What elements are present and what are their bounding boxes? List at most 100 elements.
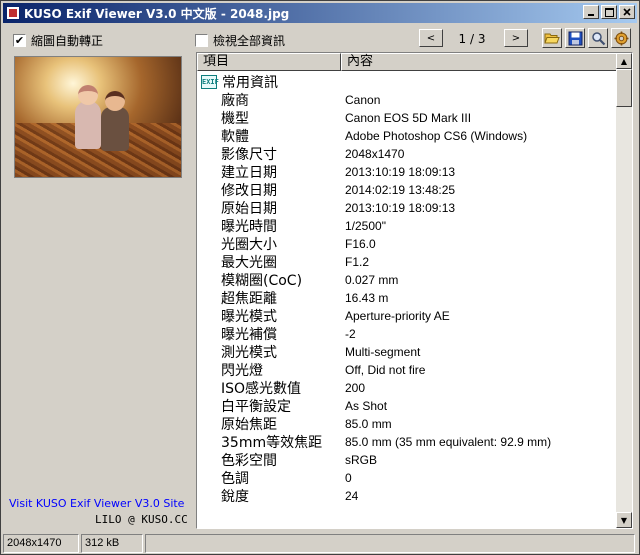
auto-rotate-checkbox[interactable]: ✔ 縮圖自動轉正 [13, 32, 103, 49]
close-button[interactable] [619, 5, 635, 19]
vertical-scrollbar[interactable]: ▲ ▼ [616, 53, 632, 528]
table-row[interactable]: 影像尺寸 2048x1470 [197, 145, 621, 163]
group-label: 常用資訊 [222, 74, 278, 91]
maximize-icon [604, 7, 614, 17]
row-key: 原始焦距 [221, 417, 277, 433]
site-link[interactable]: Visit KUSO Exif Viewer V3.0 Site [9, 497, 184, 510]
scroll-up-button[interactable]: ▲ [616, 53, 632, 69]
table-row[interactable]: ISO感光數值 200 [197, 379, 621, 397]
row-value: 0 [345, 471, 352, 485]
table-row[interactable]: 超焦距離 16.43 m [197, 289, 621, 307]
magnifier-icon [591, 31, 605, 45]
table-row[interactable]: 曝光補償 -2 [197, 325, 621, 343]
row-key: 測光模式 [221, 345, 277, 361]
table-row[interactable]: 光圈大小 F16.0 [197, 235, 621, 253]
table-row[interactable]: 曝光時間 1/2500" [197, 217, 621, 235]
next-page-button[interactable]: > [504, 29, 528, 47]
table-row[interactable]: 廠商 Canon [197, 91, 621, 109]
row-value: 24 [345, 489, 359, 503]
thumbnail-child-boy [101, 91, 129, 151]
chevron-left-icon: < [426, 32, 436, 44]
open-file-button[interactable] [542, 28, 562, 48]
view-all-checkbox[interactable]: 檢視全部資訊 [195, 32, 285, 49]
row-key: 35mm等效焦距 [221, 435, 323, 451]
table-row[interactable]: 模糊圈(CoC) 0.027 mm [197, 271, 621, 289]
thumbnail-child-girl [75, 85, 101, 149]
row-value: 2048x1470 [345, 147, 405, 161]
minimize-button[interactable] [583, 5, 599, 19]
photo-thumbnail [14, 56, 182, 178]
row-key: 最大光圈 [221, 255, 277, 271]
table-row[interactable]: 最大光圈 F1.2 [197, 253, 621, 271]
folder-open-icon [544, 33, 560, 44]
table-row[interactable]: 原始焦距 85.0 mm [197, 415, 621, 433]
save-disk-icon [568, 31, 582, 45]
row-key: 曝光模式 [221, 309, 277, 325]
info-group-icon: EXIF [201, 74, 219, 89]
main-window: KUSO Exif Viewer V3.0 中文版 - 2048.jpg ✔ 縮… [0, 0, 640, 555]
row-value: As Shot [345, 399, 388, 413]
scroll-down-button[interactable]: ▼ [616, 512, 632, 528]
title-bar[interactable]: KUSO Exif Viewer V3.0 中文版 - 2048.jpg [3, 3, 637, 23]
status-empty-panel [145, 534, 635, 553]
table-row[interactable]: 35mm等效焦距 85.0 mm (35 mm equivalent: 92.9 … [197, 433, 621, 451]
row-key: 修改日期 [221, 183, 277, 199]
auto-rotate-label: 縮圖自動轉正 [31, 34, 104, 48]
row-value: F16.0 [345, 237, 376, 251]
group-header-common[interactable]: EXIF 常用資訊 [197, 72, 621, 91]
status-filesize: 312 kB [81, 534, 143, 553]
row-value: Adobe Photoshop CS6 (Windows) [345, 129, 528, 143]
row-key: 光圈大小 [221, 237, 277, 253]
row-value: 0.027 mm [345, 273, 399, 287]
maximize-button[interactable] [601, 5, 617, 19]
row-key: 曝光時間 [221, 219, 277, 235]
row-key: 曝光補償 [221, 327, 277, 343]
status-dimensions: 2048x1470 [3, 534, 79, 553]
row-key: 超焦距離 [221, 291, 277, 307]
prev-page-button[interactable]: < [419, 29, 443, 47]
row-value: 85.0 mm [345, 417, 392, 431]
row-key: 建立日期 [221, 165, 277, 181]
column-header-content[interactable]: 內容 [341, 53, 621, 71]
row-value: Aperture-priority AE [345, 309, 450, 323]
row-value: Canon [345, 93, 381, 107]
column-header-item[interactable]: 項目 [197, 53, 341, 71]
table-row[interactable]: 測光模式 Multi-segment [197, 343, 621, 361]
table-row[interactable]: 銳度 24 [197, 487, 621, 505]
gear-icon [614, 31, 628, 45]
row-value: Canon EOS 5D Mark III [345, 111, 472, 125]
table-row[interactable]: 修改日期 2014:02:19 13:48:25 [197, 181, 621, 199]
view-all-checkbox-box[interactable] [195, 34, 208, 47]
auto-rotate-checkbox-box[interactable]: ✔ [13, 34, 26, 47]
exif-list-view[interactable]: 項目 內容 EXIF 常用資訊 廠商 Canon 機型 Canon EOS 5D Ma… [196, 52, 633, 529]
status-bar: 2048x1470 312 kB [3, 534, 637, 553]
row-key: 色彩空間 [221, 453, 277, 469]
table-row[interactable]: 機型 Canon EOS 5D Mark III [197, 109, 621, 127]
credit-text: LILO @ KUSO.CC [95, 513, 188, 526]
row-key: 原始日期 [221, 201, 277, 217]
arrow-down-icon: ▼ [620, 515, 628, 525]
minimize-icon [588, 14, 594, 16]
window-title: KUSO Exif Viewer V3.0 中文版 - 2048.jpg [24, 6, 290, 21]
row-key: 白平衡設定 [221, 399, 291, 415]
row-value: 2014:02:19 13:48:25 [345, 183, 456, 197]
table-row[interactable]: 曝光模式 Aperture-priority AE [197, 307, 621, 325]
table-row[interactable]: 色彩空間 sRGB [197, 451, 621, 469]
table-row[interactable]: 原始日期 2013:10:19 18:09:13 [197, 199, 621, 217]
search-button[interactable] [588, 28, 608, 48]
table-row[interactable]: 軟體 Adobe Photoshop CS6 (Windows) [197, 127, 621, 145]
close-icon [623, 8, 631, 16]
window-controls [581, 5, 635, 19]
table-row[interactable]: 白平衡設定 As Shot [197, 397, 621, 415]
save-button[interactable] [565, 28, 585, 48]
table-row[interactable]: 建立日期 2013:10:19 18:09:13 [197, 163, 621, 181]
row-key: 色調 [221, 471, 249, 487]
table-row[interactable]: 閃光燈 Off, Did not fire [197, 361, 621, 379]
page-indicator: 1 / 3 [458, 32, 486, 46]
table-row[interactable]: 色調 0 [197, 469, 621, 487]
scrollbar-thumb[interactable] [616, 69, 632, 107]
row-value: Off, Did not fire [345, 363, 426, 377]
row-key: 影像尺寸 [221, 147, 277, 163]
settings-button[interactable] [611, 28, 631, 48]
row-key: ISO感光數值 [221, 381, 302, 397]
